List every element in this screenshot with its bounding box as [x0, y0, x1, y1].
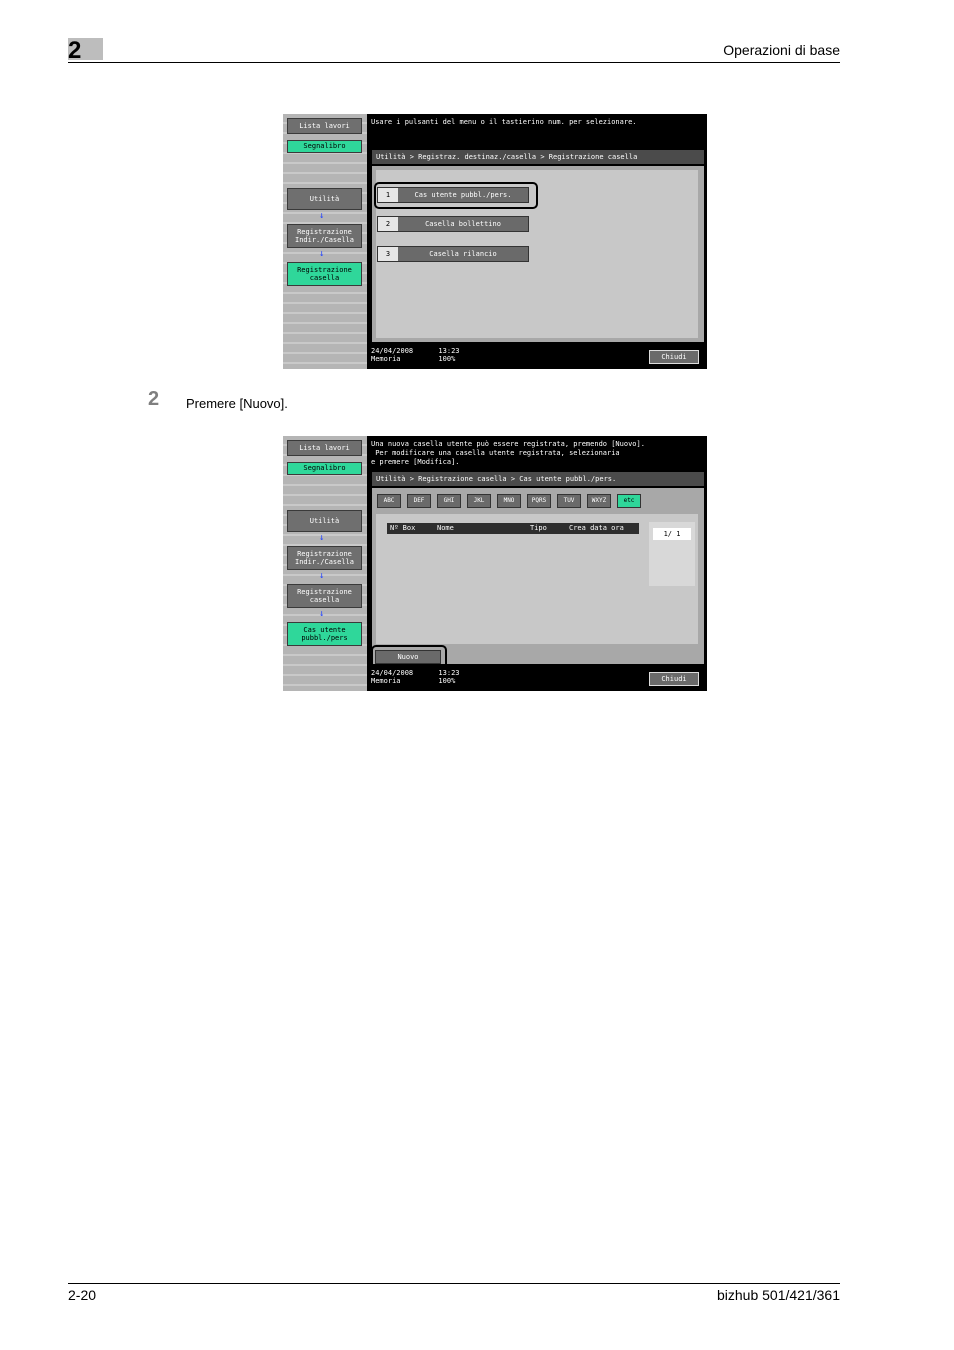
- step-number: 2: [148, 388, 160, 410]
- close-button[interactable]: Chiudi: [649, 672, 699, 686]
- job-list-button[interactable]: Lista lavori: [287, 118, 362, 134]
- addr-box-reg-button[interactable]: Registrazione Indir./Casella: [287, 224, 362, 248]
- date-time: 24/04/2008 13:23: [371, 347, 460, 355]
- control-panel-screenshot-2: Lista lavori Segnalibro Utilità ↓ Regist…: [283, 436, 707, 691]
- left-menu: Lista lavori Segnalibro Utilità ↓ Regist…: [283, 114, 367, 369]
- tab-abc[interactable]: ABC: [377, 494, 401, 508]
- option-label: Casella rilancio: [429, 250, 497, 258]
- arrow-down-icon: ↓: [319, 571, 325, 581]
- public-box-label-1: Cas utente: [303, 626, 346, 634]
- box-reg-label-2: casella: [309, 596, 340, 604]
- tab-def[interactable]: DEF: [407, 494, 431, 508]
- box-registration-button[interactable]: Registrazione casella: [287, 584, 362, 608]
- status-bar: 24/04/2008 13:23 Memoria 100%: [371, 669, 460, 685]
- addr-box-reg-label-2: Indir./Casella: [294, 558, 354, 566]
- product-name: bizhub 501/421/361: [717, 1287, 840, 1303]
- option-number: 3: [378, 247, 398, 261]
- option-number: 2: [378, 217, 398, 231]
- arrow-down-icon: ↓: [319, 211, 325, 221]
- arrow-down-icon: ↓: [319, 249, 325, 259]
- tab-tuv[interactable]: TUV: [557, 494, 581, 508]
- public-box-label-2: pubbl./pers: [301, 634, 348, 642]
- arrow-down-icon: ↓: [319, 533, 325, 543]
- memory-status: Memoria 100%: [371, 677, 456, 685]
- col-name: Nome: [437, 524, 454, 532]
- step-text: Premere [Nuovo].: [186, 396, 288, 411]
- breadcrumb: Utilità > Registraz. destinaz./casella >…: [372, 150, 704, 164]
- arrow-down-icon: ↓: [319, 609, 325, 619]
- box-list-header: Nº Box Nome Tipo Crea data ora: [387, 523, 639, 534]
- col-box-number: Nº Box: [390, 524, 416, 532]
- memory-status: Memoria 100%: [371, 355, 456, 363]
- box-reg-label-1: Registrazione: [297, 266, 352, 274]
- tab-ghi[interactable]: GHI: [437, 494, 461, 508]
- addr-box-reg-label-1: Registrazione: [297, 550, 352, 558]
- control-panel-screenshot-1: Lista lavori Segnalibro Utilità ↓ Regist…: [283, 114, 707, 369]
- utility-button[interactable]: Utilità: [287, 188, 362, 210]
- message-line-2: Per modificare una casella utente regist…: [371, 449, 620, 457]
- page-count: 1/ 1: [653, 528, 691, 540]
- tab-mno[interactable]: MNO: [497, 494, 521, 508]
- box-reg-label-1: Registrazione: [297, 588, 352, 596]
- instruction-message: Usare i pulsanti del menu o il tastierin…: [371, 118, 637, 126]
- relay-box-option[interactable]: 3 Casella rilancio: [377, 246, 529, 262]
- option-label: Casella bollettino: [425, 220, 501, 228]
- tab-jkl[interactable]: JKL: [467, 494, 491, 508]
- footer-rule: [68, 1283, 840, 1284]
- message-line-3: e premere [Modifica].: [371, 458, 460, 466]
- bookmark-button[interactable]: Segnalibro: [287, 462, 362, 475]
- bookmark-button[interactable]: Segnalibro: [287, 140, 362, 153]
- tab-pqrs[interactable]: PQRS: [527, 494, 551, 508]
- col-created: Crea data ora: [569, 524, 624, 532]
- header-rule: [68, 62, 840, 63]
- breadcrumb: Utilità > Registrazione casella > Cas ut…: [372, 472, 704, 486]
- box-reg-label-2: casella: [309, 274, 340, 282]
- job-list-button[interactable]: Lista lavori: [287, 440, 362, 456]
- page-number: 2-20: [68, 1287, 97, 1303]
- addr-box-reg-label-1: Registrazione: [297, 228, 352, 236]
- box-registration-button[interactable]: Registrazione casella: [287, 262, 362, 286]
- utility-button[interactable]: Utilità: [287, 510, 362, 532]
- bulletin-box-option[interactable]: 2 Casella bollettino: [377, 216, 529, 232]
- instruction-message: Una nuova casella utente può essere regi…: [371, 440, 645, 467]
- tab-wxyz[interactable]: WXYZ: [587, 494, 611, 508]
- tab-etc[interactable]: etc: [617, 494, 641, 508]
- date-time: 24/04/2008 13:23: [371, 669, 460, 677]
- col-type: Tipo: [530, 524, 547, 532]
- message-line-1: Una nuova casella utente può essere regi…: [371, 440, 645, 448]
- left-menu: Lista lavori Segnalibro Utilità ↓ Regist…: [283, 436, 367, 691]
- addr-box-reg-button[interactable]: Registrazione Indir./Casella: [287, 546, 362, 570]
- section-title: Operazioni di base: [723, 42, 840, 58]
- highlight-frame: [374, 182, 538, 209]
- page-indicator: 1/ 1: [649, 522, 695, 586]
- close-button[interactable]: Chiudi: [649, 350, 699, 364]
- addr-box-reg-label-2: Indir./Casella: [294, 236, 354, 244]
- highlight-frame: [371, 645, 447, 671]
- public-personal-box-button[interactable]: Cas utente pubbl./pers: [287, 622, 362, 646]
- status-bar: 24/04/2008 13:23 Memoria 100%: [371, 347, 460, 363]
